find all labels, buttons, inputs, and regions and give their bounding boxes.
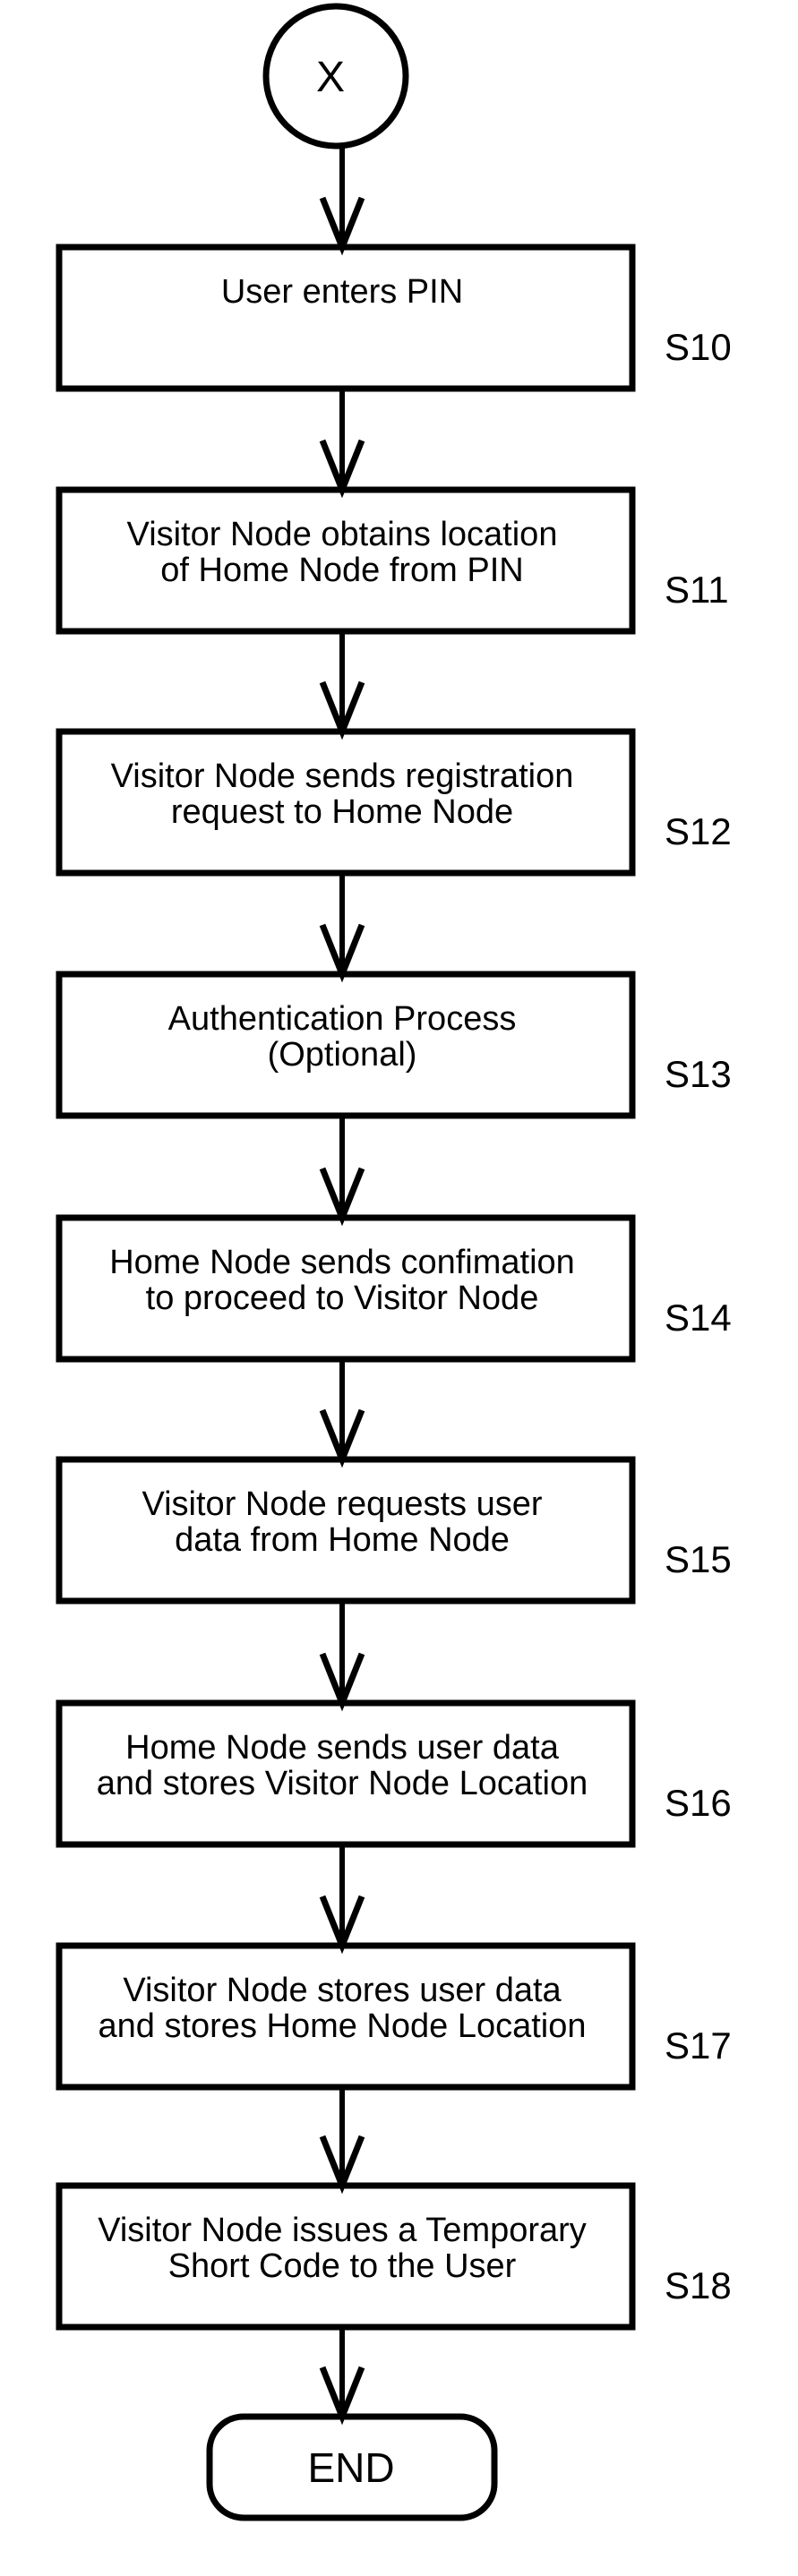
step-text-line: User enters PIN — [221, 273, 463, 311]
step-id-label: S13 — [665, 1053, 732, 1095]
step-text-line: Home Node sends confimation — [109, 1244, 575, 1281]
step-text-line: Visitor Node stores user data — [123, 1972, 562, 2009]
step-text-line: of Home Node from PIN — [160, 552, 523, 589]
step-s17: Visitor Node stores user dataand stores … — [56, 1942, 732, 2091]
step-text-line: data from Home Node — [175, 1521, 510, 1559]
arrow-s17-to-next — [319, 2087, 365, 2195]
step-id-label: S15 — [665, 1538, 732, 1580]
step-id-label: S10 — [665, 326, 732, 368]
arrow-s18-to-next — [319, 2327, 365, 2426]
step-box — [56, 244, 636, 392]
step-text-line: to proceed to Visitor Node — [146, 1279, 539, 1317]
step-text-line: Visitor Node sends registration — [111, 757, 574, 795]
start-label: X — [316, 54, 345, 101]
step-text-line: Home Node sends user data — [125, 1729, 560, 1767]
step-id-label: S12 — [665, 810, 732, 852]
step-id-label: S18 — [665, 2264, 732, 2306]
step-s13: Authentication Process(Optional) S13 — [56, 971, 732, 1119]
arrow-s16-to-next — [319, 1844, 365, 1955]
arrow-start-to-s10 — [319, 146, 365, 256]
end-terminator: END — [206, 2413, 498, 2521]
arrow-s10-to-next — [319, 389, 365, 499]
step-id-label: S14 — [665, 1297, 732, 1339]
arrow-s12-to-next — [319, 873, 365, 983]
step-text-line: Visitor Node requests user — [142, 1485, 542, 1523]
step-text-line: Short Code to the User — [168, 2247, 517, 2285]
step-id-label: S17 — [665, 2024, 732, 2067]
step-text-line: request to Home Node — [171, 793, 513, 831]
step-text-line: and stores Home Node Location — [99, 2007, 587, 2045]
arrow-s11-to-next — [319, 631, 365, 740]
step-text-line: Visitor Node obtains location — [127, 516, 558, 553]
step-s10: User enters PIN S10 — [56, 244, 732, 392]
step-s16: Home Node sends user dataand stores Visi… — [56, 1699, 732, 1848]
arrow-s15-to-next — [319, 1601, 365, 1712]
arrow-s13-to-next — [319, 1116, 365, 1227]
step-text-line: Visitor Node issues a Temporary — [98, 2212, 587, 2249]
step-s18: Visitor Node issues a TemporaryShort Cod… — [56, 2182, 732, 2331]
step-text-line: (Optional) — [268, 1036, 417, 1074]
end-label: END — [307, 2444, 394, 2491]
step-s14: Home Node sends confimationto proceed to… — [56, 1214, 732, 1363]
arrow-s14-to-next — [319, 1359, 365, 1468]
step-s11: Visitor Node obtains locationof Home Nod… — [56, 486, 729, 635]
step-id-label: S11 — [665, 569, 729, 611]
step-text-line: Authentication Process — [168, 1000, 517, 1038]
step-id-label: S16 — [665, 1782, 732, 1824]
start-connector: X — [262, 3, 409, 150]
flowchart: X User enters PIN S10 Visitor Node obtains… — [56, 3, 732, 2521]
step-s12: Visitor Node sends registrationrequest t… — [56, 728, 732, 877]
step-s15: Visitor Node requests userdata from Home… — [56, 1456, 732, 1605]
step-text-line: and stores Visitor Node Location — [97, 1765, 588, 1802]
